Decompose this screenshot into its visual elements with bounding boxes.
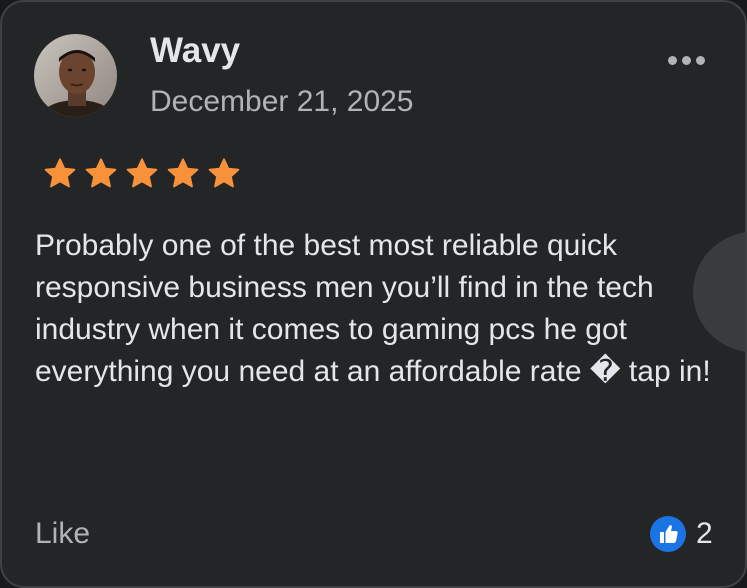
- author-avatar[interactable]: [34, 34, 117, 117]
- more-options-icon-dot: [681, 55, 691, 65]
- more-options-icon-dot: [695, 55, 705, 65]
- more-options-button[interactable]: [658, 38, 714, 82]
- review-text: Probably one of the best most reliable q…: [35, 229, 711, 388]
- thumbs-up-icon: [650, 516, 686, 552]
- review-card: Wavy December 21, 2025 Probably one of t…: [0, 0, 747, 588]
- like-count: 2: [696, 517, 713, 550]
- star-icon: [126, 158, 158, 188]
- star-icon: [167, 158, 199, 188]
- review-date[interactable]: December 21, 2025: [150, 82, 414, 122]
- star-icon: [44, 158, 76, 188]
- star-rating: [42, 156, 242, 192]
- reactions-summary[interactable]: 2: [650, 514, 713, 554]
- more-options-icon: [667, 55, 677, 65]
- like-button[interactable]: Like: [35, 514, 90, 554]
- star-icon: [208, 158, 240, 188]
- star-icon: [85, 158, 117, 188]
- author-name[interactable]: Wavy: [150, 30, 240, 72]
- avatar-photo: [34, 34, 117, 117]
